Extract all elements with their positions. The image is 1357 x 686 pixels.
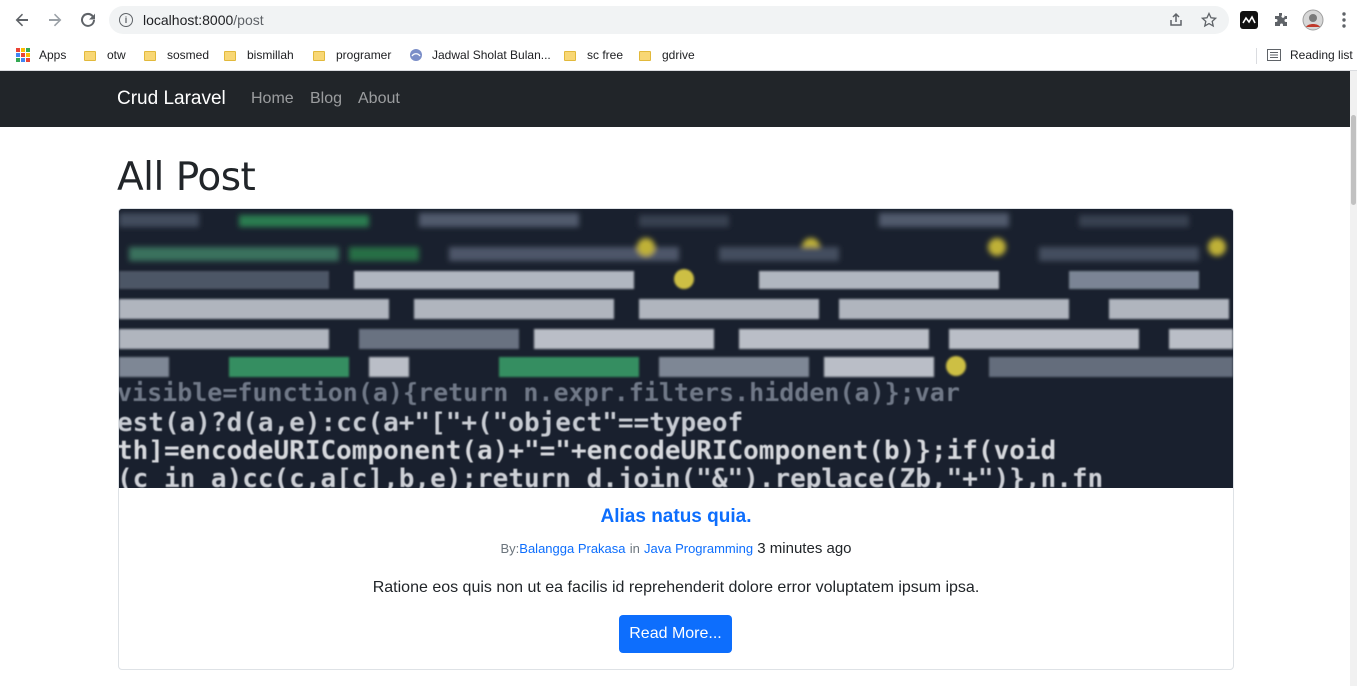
menu-kebab-icon[interactable]	[1333, 9, 1355, 31]
nav-link-home[interactable]: Home	[251, 90, 294, 108]
share-icon[interactable]	[1167, 11, 1185, 29]
post-time: 3 minutes ago	[757, 540, 852, 557]
url-text[interactable]: localhost:8000/post	[143, 12, 264, 28]
folder-icon	[639, 51, 651, 61]
back-icon[interactable]	[10, 8, 34, 32]
navbar-brand[interactable]: Crud Laravel	[117, 88, 226, 110]
bookmark-sosmed[interactable]: sosmed	[144, 44, 209, 66]
forward-icon[interactable]	[43, 8, 67, 32]
browser-toolbar: i localhost:8000/post	[0, 0, 1357, 40]
reading-list-icon	[1267, 49, 1281, 61]
bookmarks-divider	[1256, 48, 1257, 64]
post-in-label: in	[629, 541, 640, 556]
post-category-link[interactable]: Java Programming	[644, 541, 753, 556]
folder-icon	[224, 51, 236, 61]
bookmark-apps[interactable]: Apps	[16, 44, 66, 66]
star-icon[interactable]	[1200, 11, 1218, 29]
web-page: Crud Laravel Home Blog About All Post vi…	[0, 71, 1350, 686]
address-bar[interactable]: i localhost:8000/post	[109, 6, 1229, 34]
bookmark-programer[interactable]: programer	[313, 44, 391, 66]
apps-grid-icon	[16, 48, 30, 62]
folder-icon	[313, 51, 325, 61]
folder-icon	[144, 51, 156, 61]
scrollbar-thumb[interactable]	[1351, 115, 1356, 205]
post-by-label: By:	[500, 541, 520, 556]
bookmark-jadwal-sholat[interactable]: Jadwal Sholat Bulan...	[409, 44, 551, 66]
post-card: visible=function(a){return n.expr.filter…	[118, 208, 1234, 670]
bookmark-gdrive[interactable]: gdrive	[639, 44, 695, 66]
post-image: visible=function(a){return n.expr.filter…	[119, 209, 1233, 488]
site-navbar: Crud Laravel Home Blog About	[0, 71, 1350, 127]
read-more-button[interactable]: Read More...	[619, 615, 732, 653]
post-author-link[interactable]: Balangga Prakasa	[519, 541, 625, 556]
post-excerpt: Ratione eos quis non ut ea facilis id re…	[372, 579, 980, 596]
bookmark-bismillah[interactable]: bismillah	[224, 44, 294, 66]
reading-list-button[interactable]: Reading list	[1267, 44, 1353, 66]
bookmarks-bar: Apps otw sosmed bismillah programer Jadw…	[0, 40, 1357, 71]
bookmark-otw[interactable]: otw	[84, 44, 126, 66]
info-icon[interactable]: i	[119, 13, 133, 27]
site-favicon-icon	[410, 49, 422, 61]
page-scrollbar[interactable]	[1350, 71, 1357, 686]
folder-icon	[84, 51, 96, 61]
post-title[interactable]: Alias natus quia.	[119, 506, 1233, 528]
post-meta: By:Balangga Prakasa in Java Programming …	[119, 540, 1233, 557]
bookmark-sc-free[interactable]: sc free	[564, 44, 623, 66]
folder-icon	[564, 51, 576, 61]
extension-app-icon[interactable]	[1238, 9, 1260, 31]
reload-icon[interactable]	[76, 8, 100, 32]
nav-link-blog[interactable]: Blog	[310, 90, 342, 108]
profile-avatar[interactable]	[1302, 9, 1324, 31]
nav-link-about[interactable]: About	[358, 90, 400, 108]
page-title: All Post	[117, 155, 256, 200]
extensions-puzzle-icon[interactable]	[1270, 9, 1292, 31]
